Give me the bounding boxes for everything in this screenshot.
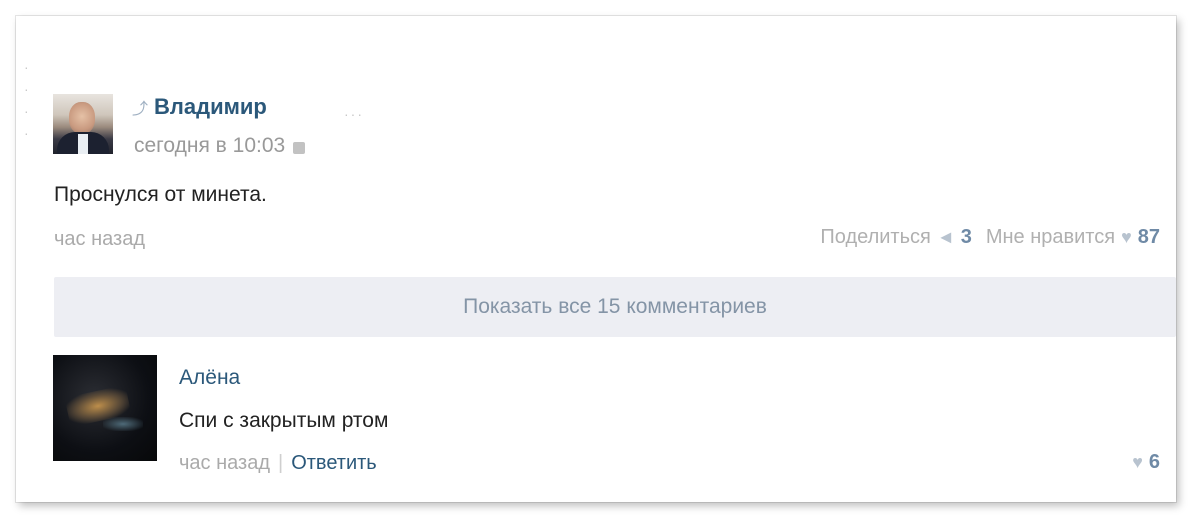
- comment-like-button[interactable]: ♥ 6: [1132, 451, 1160, 474]
- avatar-face: [69, 102, 95, 134]
- reply-button[interactable]: Ответить: [291, 452, 377, 475]
- like-label: Мне нравится: [985, 226, 1116, 248]
- comment-separator: |: [278, 452, 284, 474]
- post-menu-dots[interactable]: ···: [344, 106, 364, 122]
- post-author-name[interactable]: Владимир: [154, 94, 267, 120]
- post-card: · · · · ⤴ Владимир ··· сегодня в 10:03 Прос…: [16, 16, 1176, 502]
- link-icon: ⤴: [132, 101, 149, 118]
- share-label: Поделиться: [820, 226, 931, 248]
- frame-marks: · · · ·: [24, 59, 29, 141]
- share-icon: ◄: [936, 227, 955, 247]
- post-author-avatar[interactable]: [53, 94, 113, 154]
- avatar-glow-secondary: [103, 417, 143, 431]
- comment-author[interactable]: Алёна: [179, 366, 240, 390]
- comment-text: Спи с закрытым ртом: [179, 409, 389, 432]
- post-text: Проснулся от минета.: [54, 183, 267, 206]
- like-button[interactable]: Мне нравится ♥ 87: [986, 226, 1160, 249]
- share-button[interactable]: Поделиться ◄ 3: [820, 226, 971, 249]
- comment-meta: час назад | Ответить: [179, 452, 377, 475]
- comment-time[interactable]: час назад: [179, 452, 270, 475]
- post-author[interactable]: ⤴ Владимир: [132, 94, 267, 120]
- post-time-text[interactable]: сегодня в 10:03: [134, 134, 285, 158]
- share-count: 3: [960, 226, 972, 248]
- post-footer-time[interactable]: час назад: [54, 228, 145, 251]
- comment-author-avatar[interactable]: [53, 355, 157, 461]
- post-actions: Поделиться ◄ 3 Мне нравится ♥ 87: [820, 226, 1160, 249]
- heart-icon: ♥: [1121, 227, 1132, 247]
- comment-like-count: 6: [1148, 451, 1160, 473]
- like-count: 87: [1137, 226, 1160, 248]
- post-time[interactable]: сегодня в 10:03: [134, 134, 306, 158]
- lock-icon: [293, 142, 306, 154]
- avatar-shirt: [78, 134, 88, 154]
- show-all-comments-button[interactable]: Показать все 15 комментариев: [54, 277, 1176, 337]
- heart-icon: ♥: [1132, 452, 1143, 472]
